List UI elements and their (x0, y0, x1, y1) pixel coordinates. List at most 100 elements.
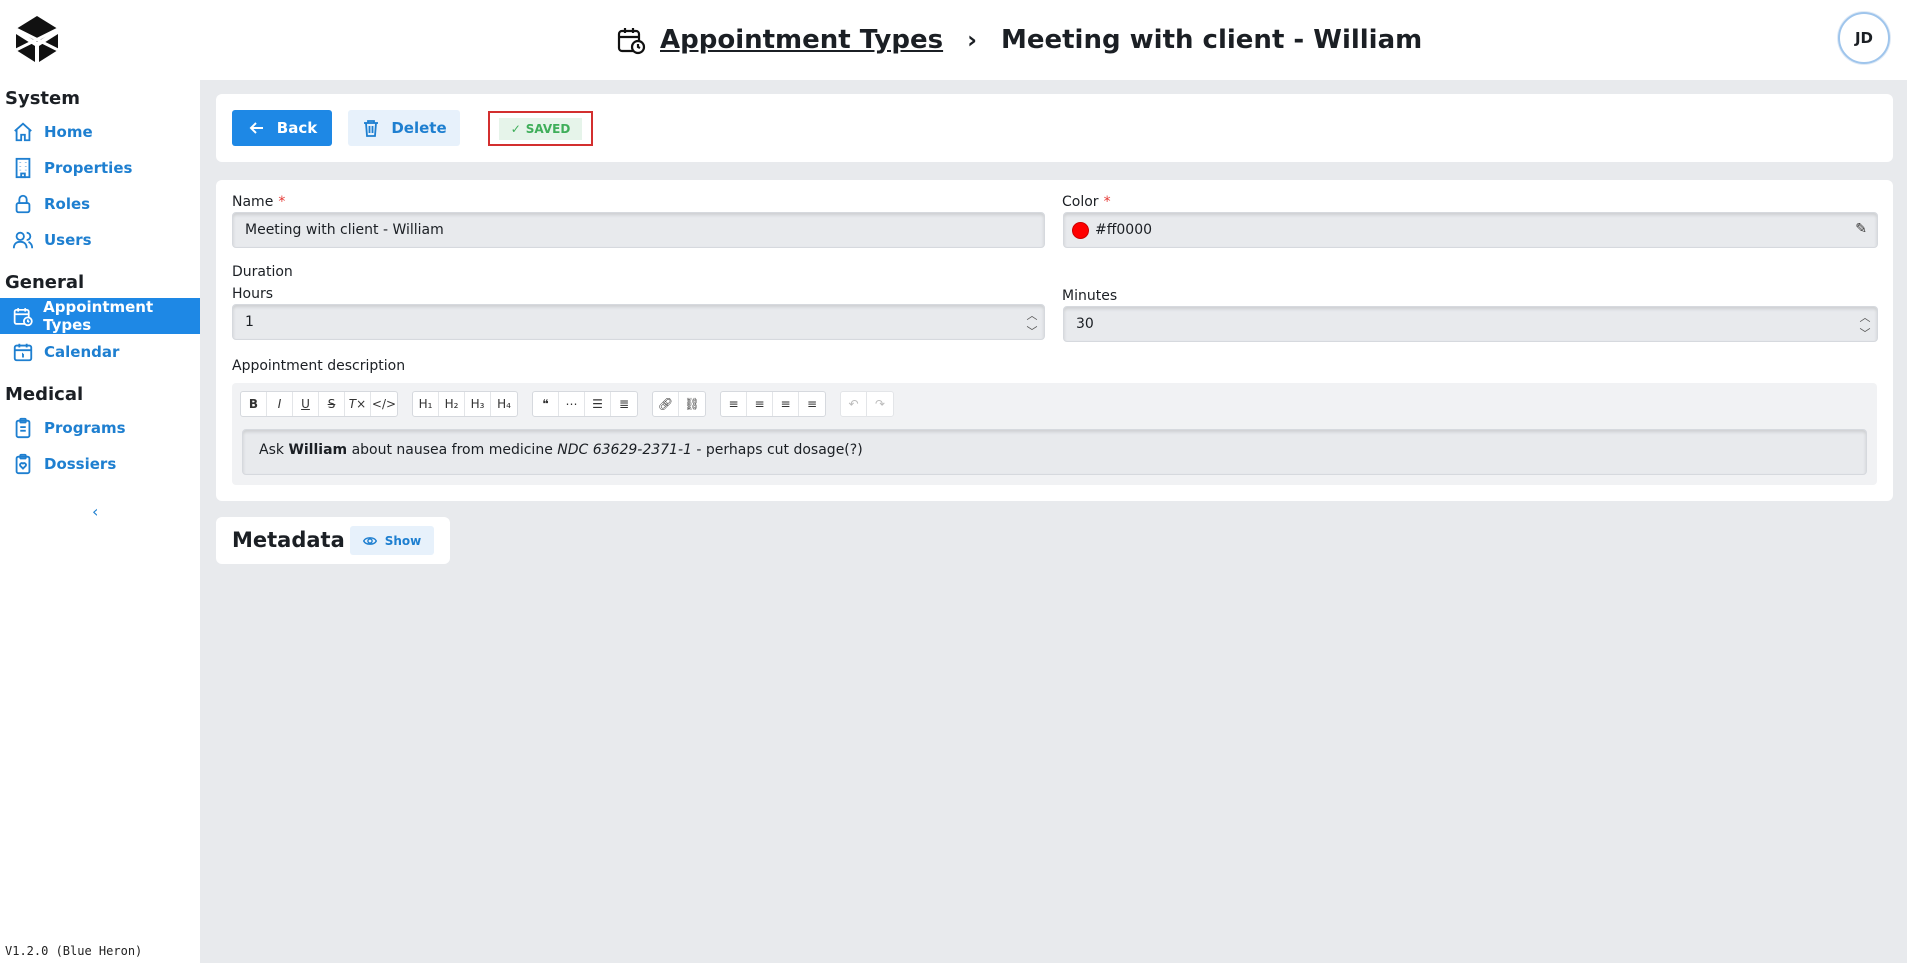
show-metadata-button[interactable]: Show (350, 526, 434, 555)
heading-2-icon[interactable]: H₂ (439, 392, 465, 416)
minutes-input[interactable]: 30 ︿ ﹀ (1063, 306, 1878, 342)
breadcrumb-appointment-types-link[interactable]: Appointment Types (660, 25, 943, 55)
sidebar-item-users[interactable]: Users (0, 222, 200, 258)
underline-icon[interactable]: U (293, 392, 319, 416)
actions-card: Back Delete ✓ SAVED (216, 94, 1893, 162)
back-button[interactable]: Back (232, 110, 332, 146)
clipboard-list-icon (15, 417, 31, 439)
align-left-icon[interactable]: ≡ (721, 392, 747, 416)
color-label-text: Color (1062, 194, 1099, 210)
hours-stepper[interactable]: ︿ ﹀ (1022, 307, 1042, 339)
hours-input[interactable]: 1 ︿ ﹀ (232, 304, 1045, 340)
app-logo-icon[interactable] (14, 14, 60, 64)
sidebar-item-label: Programs (44, 419, 126, 437)
bullet-list-icon[interactable]: ☰ (585, 392, 611, 416)
calendar-clock-icon (616, 25, 646, 55)
chevron-down-icon[interactable]: ﹀ (1027, 323, 1038, 339)
description-editor-content[interactable]: Ask William about nausea from medicine N… (242, 429, 1867, 475)
building-icon (15, 157, 31, 179)
toolbar-heading-group: H₁ H₂ H₃ H₄ (412, 391, 518, 417)
sidebar-item-appointment-types[interactable]: Appointment Types (0, 298, 200, 334)
chevron-up-icon[interactable]: ︿ (1860, 309, 1871, 325)
minutes-label: Minutes (1062, 288, 1118, 304)
clear-format-icon[interactable]: T× (345, 392, 371, 416)
chevron-down-icon[interactable]: ﹀ (1860, 325, 1871, 341)
align-center-icon[interactable]: ≡ (747, 392, 773, 416)
users-icon (12, 231, 34, 249)
lock-icon (15, 194, 31, 214)
sidebar-item-calendar[interactable]: Calendar (0, 334, 200, 370)
unlink-icon[interactable]: ⛓︎ (679, 392, 705, 416)
sidebar-item-roles[interactable]: Roles (0, 186, 200, 222)
sidebar-item-label: Home (44, 123, 93, 141)
user-avatar[interactable]: JD (1838, 12, 1890, 64)
toolbar-align-group: ≡ ≡ ≡ ≡ (720, 391, 826, 417)
description-italic-text: NDC 63629-2371-1 (557, 442, 692, 458)
sidebar-item-label: Roles (44, 195, 91, 213)
sidebar-item-label: Users (44, 231, 92, 249)
numbered-list-icon[interactable]: ≣ (611, 392, 637, 416)
toolbar-block-group: ❝ ⋯ ☰ ≣ (532, 391, 638, 417)
appointment-type-form: Name * Meeting with client - William Colo… (216, 180, 1893, 501)
description-text: Ask (259, 442, 289, 458)
pencil-edit-icon[interactable]: ✎ (1855, 221, 1867, 237)
undo-icon[interactable]: ↶ (841, 392, 867, 416)
app-version: V1.2.0 (Blue Heron) (5, 944, 143, 958)
align-right-icon[interactable]: ≡ (799, 392, 825, 416)
blockquote-icon[interactable]: ❝ (533, 392, 559, 416)
chevron-up-icon[interactable]: ︿ (1027, 307, 1038, 323)
align-justify-icon[interactable]: ≡ (773, 392, 799, 416)
breadcrumb: Appointment Types › Meeting with client … (616, 20, 1422, 60)
description-label: Appointment description (232, 358, 406, 374)
collapse-sidebar-chevron-left-icon[interactable]: ‹ (92, 502, 98, 521)
delete-button[interactable]: Delete (348, 110, 460, 146)
description-text: about nausea from medicine (347, 442, 558, 458)
calendar-clock-icon (13, 308, 33, 327)
hours-input-value: 1 (245, 314, 254, 330)
main-content: Back Delete ✓ SAVED Name * Meeting with c… (200, 80, 1907, 963)
saved-label: SAVED (525, 121, 571, 136)
heading-4-icon[interactable]: H₄ (491, 392, 517, 416)
heading-3-icon[interactable]: H₃ (465, 392, 491, 416)
duration-label: Duration (232, 264, 293, 280)
eye-icon (362, 536, 377, 545)
required-asterisk: * (1103, 194, 1111, 210)
sidebar-section-medical: Medical (5, 384, 84, 405)
sidebar-item-home[interactable]: Home (0, 114, 200, 150)
heading-1-icon[interactable]: H₁ (413, 392, 439, 416)
minutes-input-value: 30 (1076, 316, 1094, 332)
clipboard-heart-icon (15, 453, 31, 475)
strikethrough-icon[interactable]: S (319, 392, 345, 416)
color-swatch[interactable] (1072, 221, 1089, 239)
redo-icon[interactable]: ↷ (867, 392, 893, 416)
color-field[interactable]: #ff0000 ✎ (1063, 212, 1878, 248)
minutes-stepper[interactable]: ︿ ﹀ (1855, 309, 1875, 341)
editor-toolbar: B I U S T× </> H₁ H₂ H₃ H₄ ❝ ⋯ ☰ ≣ 🔗︎ ⛓︎… (240, 391, 908, 417)
toolbar-history-group: ↶ ↷ (840, 391, 894, 417)
sidebar-item-programs[interactable]: Programs (0, 410, 200, 446)
check-icon: ✓ (510, 121, 521, 136)
sidebar-item-properties[interactable]: Properties (0, 150, 200, 186)
delete-button-label: Delete (391, 119, 447, 137)
calendar-icon (13, 343, 33, 362)
breadcrumb-separator: › (967, 26, 977, 54)
sidebar-item-label: Dossiers (44, 455, 117, 473)
code-icon[interactable]: </> (371, 392, 397, 416)
toolbar-format-group: B I U S T× </> (240, 391, 398, 417)
saved-status-badge: ✓ SAVED (488, 111, 593, 146)
show-button-label: Show (384, 533, 422, 548)
arrow-left-icon (249, 122, 263, 134)
description-text: - perhaps cut dosage(?) (691, 442, 863, 458)
italic-icon[interactable]: I (267, 392, 293, 416)
bold-icon[interactable]: B (241, 392, 267, 416)
rich-text-editor: B I U S T× </> H₁ H₂ H₃ H₄ ❝ ⋯ ☰ ≣ 🔗︎ ⛓︎… (232, 383, 1877, 485)
app-header: Appointment Types › Meeting with client … (0, 0, 1907, 80)
sidebar-section-system: System (5, 88, 80, 109)
sidebar-item-label: Appointment Types (43, 298, 154, 334)
horizontal-rule-icon[interactable]: ⋯ (559, 392, 585, 416)
sidebar-item-dossiers[interactable]: Dossiers (0, 446, 200, 482)
name-field-value: Meeting with client - William (245, 222, 444, 238)
name-field[interactable]: Meeting with client - William (232, 212, 1045, 248)
link-icon[interactable]: 🔗︎ (653, 392, 679, 416)
trash-icon (364, 120, 379, 137)
